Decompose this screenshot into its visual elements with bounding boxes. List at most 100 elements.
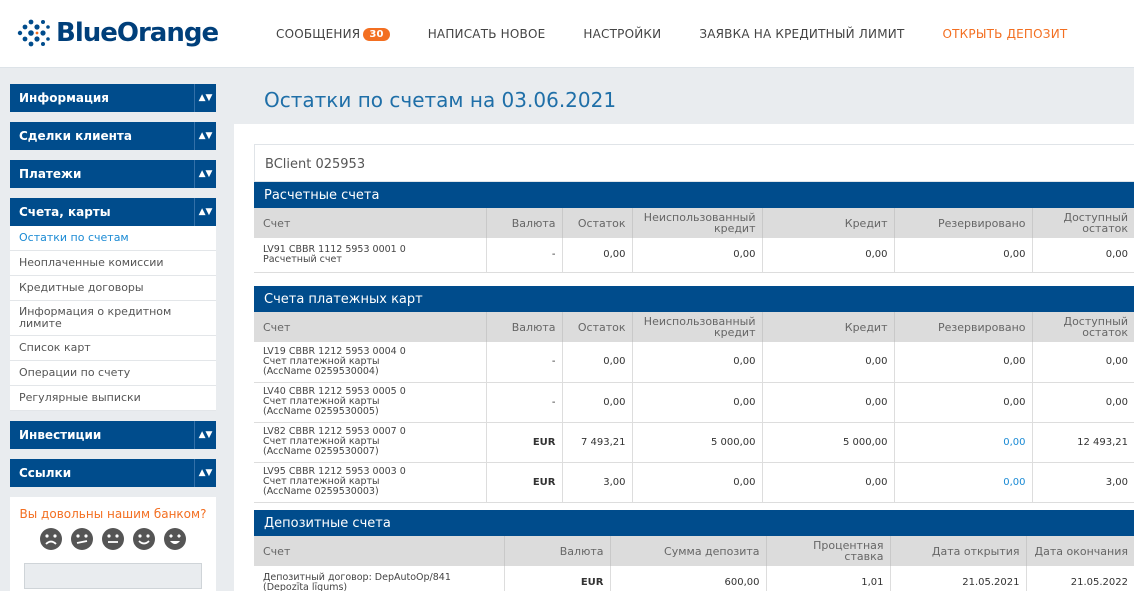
reserved-link[interactable]: 0,00 [894, 462, 1033, 503]
sidebar-item-balances[interactable]: Остатки по счетам [10, 226, 216, 251]
neutral-face-icon[interactable] [101, 527, 125, 551]
account-cell[interactable]: LV95 CBBR 1212 5953 0003 0 Счет платежной… [254, 462, 487, 503]
open-date-cell: 21.05.2021 [890, 566, 1027, 591]
currency-cell: - [486, 238, 563, 273]
col-header[interactable]: Неиспользованный кредит [632, 312, 763, 342]
sidebar-item-credit-limit-info[interactable]: Информация о кредитном лимите [10, 301, 216, 336]
unused-credit-cell: 0,00 [632, 382, 763, 423]
sidebar-item-unpaid-fees[interactable]: Неоплаченные комиссии [10, 251, 216, 276]
col-header[interactable]: Кредит [762, 312, 895, 342]
account-cell[interactable]: LV19 CBBR 1212 5953 0004 0 Счет платежной… [254, 342, 487, 383]
section-title: Расчетные счета [254, 182, 1134, 208]
top-header: BlueOrange СООБЩЕНИЯ 30 НАПИСАТЬ НОВОЕ Н… [0, 0, 1134, 68]
feedback-comment-box[interactable] [24, 563, 202, 589]
smile-face-icon[interactable] [132, 527, 156, 551]
col-header[interactable]: Счет [254, 208, 487, 238]
main-nav: СООБЩЕНИЯ 30 НАПИСАТЬ НОВОЕ НАСТРОЙКИ ЗА… [276, 0, 1105, 68]
col-header[interactable]: Дата окончания [1026, 536, 1134, 566]
nav-compose[interactable]: НАПИСАТЬ НОВОЕ [428, 27, 546, 41]
nav-settings[interactable]: НАСТРОЙКИ [583, 27, 661, 41]
col-header[interactable]: Валюта [504, 536, 611, 566]
messages-count-badge: 30 [363, 27, 390, 41]
reserved-cell: 0,00 [894, 238, 1033, 273]
col-header[interactable]: Кредит [762, 208, 895, 238]
logo[interactable]: BlueOrange [14, 16, 219, 50]
table-row[interactable]: LV91 CBBR 1112 5953 0001 0 Расчетный счет… [254, 238, 1134, 273]
col-header[interactable]: Дата открытия [890, 536, 1027, 566]
sidebar-item-account-operations[interactable]: Операции по счету [10, 361, 216, 386]
accounts-submenu: Остатки по счетам Неоплаченные комиссии … [10, 226, 216, 411]
table-row[interactable]: Депозитный договор: DepAutoOp/841 (Depozī… [254, 566, 1134, 591]
unused-credit-cell: 0,00 [632, 462, 763, 503]
col-header[interactable]: Остаток [562, 208, 633, 238]
table-header-row: Счет Валюта Сумма депозита Процентная ст… [254, 536, 1134, 566]
col-header[interactable]: Неиспользованный кредит [632, 208, 763, 238]
table-header-row: Счет Валюта Остаток Неиспользованный кре… [254, 312, 1134, 342]
nav-messages-label: СООБЩЕНИЯ [276, 27, 361, 41]
sidebar-item-regular-statements[interactable]: Регулярные выписки [10, 386, 216, 411]
feedback-faces [10, 527, 216, 551]
sad-face-icon[interactable] [39, 527, 63, 551]
nav-open-deposit[interactable]: ОТКРЫТЬ ДЕПОЗИТ [942, 27, 1067, 41]
sort-arrows-icon: ▲▼ [194, 122, 216, 150]
deposit-accounts-section: Депозитные счета Счет Валюта Сумма депоз… [254, 510, 1134, 591]
section-title: Депозитные счета [254, 510, 1134, 536]
col-header[interactable]: Счет [254, 312, 487, 342]
table-header-row: Счет Валюта Остаток Неиспользованный кре… [254, 208, 1134, 238]
account-cell[interactable]: LV40 CBBR 1212 5953 0005 0 Счет платежной… [254, 382, 487, 423]
col-header[interactable]: Сумма депозита [610, 536, 767, 566]
account-cell[interactable]: LV91 CBBR 1112 5953 0001 0 Расчетный счет [254, 238, 487, 273]
skeptical-face-icon[interactable] [70, 527, 94, 551]
table-row[interactable]: LV95 CBBR 1212 5953 0003 0 Счет платежной… [254, 462, 1134, 503]
credit-cell: 0,00 [762, 462, 895, 503]
love-face-icon[interactable] [163, 527, 187, 551]
interest-rate-cell: 1,01 [766, 566, 891, 591]
reserved-link[interactable]: 0,00 [894, 422, 1033, 463]
available-cell: 3,00 [1032, 462, 1134, 503]
col-header[interactable]: Процентная ставка [766, 536, 891, 566]
available-cell: 0,00 [1032, 342, 1134, 383]
account-cell[interactable]: Депозитный договор: DepAutoOp/841 (Depozī… [254, 566, 505, 591]
sidebar-info[interactable]: Информация ▲▼ [10, 84, 216, 112]
end-date-cell: 21.05.2022 [1026, 566, 1134, 591]
sidebar-accounts[interactable]: Счета, карты ▲▼ [10, 198, 216, 226]
unused-credit-cell: 5 000,00 [632, 422, 763, 463]
current-accounts-table: Счет Валюта Остаток Неиспользованный кре… [254, 208, 1134, 273]
nav-messages[interactable]: СООБЩЕНИЯ 30 [276, 27, 390, 41]
table-row[interactable]: LV19 CBBR 1212 5953 0004 0 Счет платежной… [254, 342, 1134, 383]
currency-cell: - [486, 342, 563, 383]
sidebar-item-card-list[interactable]: Список карт [10, 336, 216, 361]
col-header[interactable]: Резервировано [894, 208, 1033, 238]
sidebar-payments-label: Платежи [19, 167, 82, 181]
col-header[interactable]: Резервировано [894, 312, 1033, 342]
sidebar-deals-label: Сделки клиента [19, 129, 132, 143]
col-header[interactable]: Счет [254, 536, 505, 566]
sidebar-investments-label: Инвестиции [19, 428, 102, 442]
sidebar-links[interactable]: Ссылки ▲▼ [10, 459, 216, 487]
balance-cell: 3,00 [562, 462, 633, 503]
reserved-cell: 0,00 [894, 342, 1033, 383]
sidebar-payments[interactable]: Платежи ▲▼ [10, 160, 216, 188]
credit-cell: 0,00 [762, 342, 895, 383]
col-header[interactable]: Доступный остаток [1032, 312, 1134, 342]
nav-credit-request[interactable]: ЗАЯВКА НА КРЕДИТНЫЙ ЛИМИТ [699, 27, 904, 41]
page-title: Остатки по счетам на 03.06.2021 [264, 88, 617, 112]
col-header[interactable]: Валюта [486, 312, 563, 342]
sidebar-investments[interactable]: Инвестиции ▲▼ [10, 421, 216, 449]
credit-cell: 5 000,00 [762, 422, 895, 463]
col-header[interactable]: Доступный остаток [1032, 208, 1134, 238]
account-cell[interactable]: LV82 CBBR 1212 5953 0007 0 Счет платежной… [254, 422, 487, 463]
table-row[interactable]: LV40 CBBR 1212 5953 0005 0 Счет платежной… [254, 382, 1134, 423]
sort-arrows-icon: ▲▼ [194, 459, 216, 487]
sidebar-deals[interactable]: Сделки клиента ▲▼ [10, 122, 216, 150]
col-header[interactable]: Валюта [486, 208, 563, 238]
currency-cell: - [486, 382, 563, 423]
current-accounts-section: Расчетные счета Счет Валюта Остаток Неис… [254, 182, 1134, 273]
available-cell: 0,00 [1032, 382, 1134, 423]
col-header[interactable]: Остаток [562, 312, 633, 342]
table-row[interactable]: LV82 CBBR 1212 5953 0007 0 Счет платежной… [254, 422, 1134, 463]
sidebar-item-credit-agreements[interactable]: Кредитные договоры [10, 276, 216, 301]
currency-cell: EUR [486, 462, 563, 503]
main-content: BClient 025953 Расчетные счета Счет Валю… [234, 124, 1134, 591]
section-title: Счета платежных карт [254, 286, 1134, 312]
